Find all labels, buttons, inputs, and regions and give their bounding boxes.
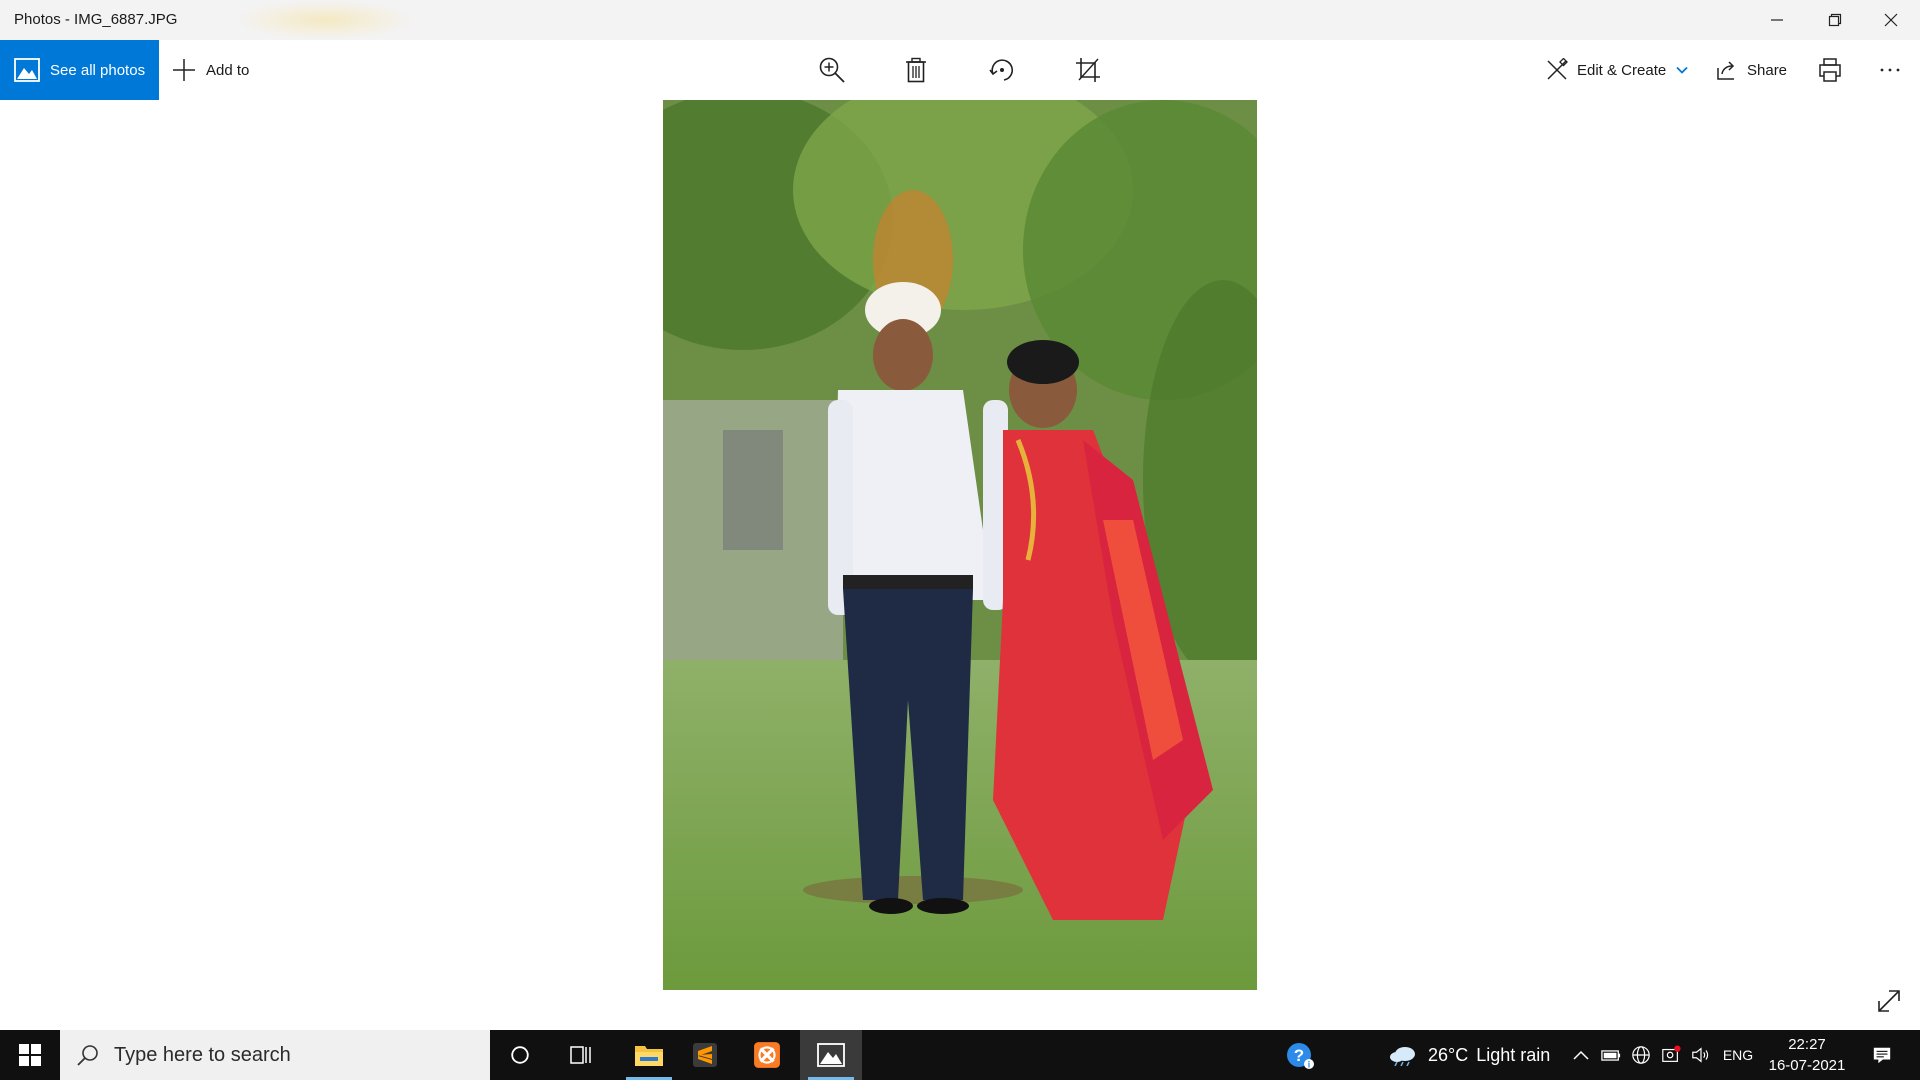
- delete-button[interactable]: [896, 52, 936, 88]
- see-all-photos-button[interactable]: See all photos: [0, 40, 159, 100]
- edit-create-button[interactable]: Edit & Create: [1545, 40, 1688, 100]
- print-button[interactable]: [1810, 52, 1850, 88]
- close-icon: [1884, 13, 1898, 27]
- start-button[interactable]: [0, 1030, 60, 1080]
- rotate-button[interactable]: [982, 52, 1022, 88]
- title-bar: Photos - IMG_6887.JPG: [0, 0, 1920, 40]
- cortana-icon: [511, 1046, 529, 1064]
- globe-icon: [1632, 1046, 1650, 1064]
- language-label: ENG: [1722, 1047, 1754, 1063]
- weather-temperature: 26°C: [1428, 1044, 1469, 1065]
- expand-icon[interactable]: [1874, 986, 1904, 1016]
- file-explorer-button[interactable]: [618, 1030, 680, 1080]
- photo-image: [663, 100, 1257, 990]
- sublime-text-icon: [693, 1043, 717, 1067]
- print-icon: [1819, 58, 1841, 82]
- weather-widget[interactable]: 26°C Light rain: [1388, 1030, 1558, 1080]
- taskbar-search-input[interactable]: Type here to search: [60, 1030, 490, 1080]
- weather-condition: Light rain: [1476, 1044, 1551, 1065]
- sublime-text-button[interactable]: [680, 1030, 730, 1080]
- minimize-icon: [1771, 19, 1783, 21]
- edit-create-icon: [1547, 58, 1568, 80]
- toolbar: See all photos Add to Edit & Create Shar…: [0, 40, 1920, 100]
- add-to-button[interactable]: Add to: [172, 40, 249, 100]
- taskbar: Type here to search ? i 26°C Light rain …: [0, 1030, 1920, 1080]
- svg-text:i: i: [1308, 1060, 1311, 1070]
- delete-icon: [906, 57, 926, 83]
- task-view-icon: [570, 1046, 591, 1064]
- restore-icon: [1828, 13, 1842, 27]
- speaker-icon: [1692, 1047, 1709, 1063]
- cortana-button[interactable]: [495, 1030, 545, 1080]
- title-bar-decoration: [235, 0, 415, 40]
- search-icon: [77, 1045, 98, 1066]
- search-placeholder: Type here to search: [114, 1043, 291, 1066]
- task-view-button[interactable]: [556, 1030, 606, 1080]
- restore-button[interactable]: [1806, 0, 1864, 40]
- edit-create-label: Edit & Create: [1577, 61, 1667, 79]
- more-options-button[interactable]: [1870, 52, 1910, 88]
- chevron-up-icon: [1573, 1050, 1589, 1060]
- plus-icon: [173, 59, 195, 81]
- rotate-icon: [989, 59, 1013, 81]
- tray-app-button[interactable]: [1658, 1030, 1684, 1080]
- clock-time: 22:27: [1788, 1036, 1826, 1053]
- help-button[interactable]: ? i: [1280, 1030, 1320, 1080]
- see-all-photos-label: See all photos: [50, 61, 146, 79]
- notification-icon: [1873, 1047, 1891, 1064]
- crop-icon: [1076, 58, 1100, 82]
- more-icon: [1880, 68, 1900, 72]
- svg-text:?: ?: [1294, 1046, 1304, 1065]
- zoom-button[interactable]: [812, 52, 852, 88]
- windows-logo-icon: [19, 1044, 41, 1066]
- photos-app-button[interactable]: [800, 1030, 862, 1080]
- xampp-icon: [754, 1042, 780, 1068]
- chevron-down-icon: [1676, 66, 1688, 74]
- volume-button[interactable]: [1688, 1030, 1714, 1080]
- photos-app-icon: [817, 1043, 845, 1067]
- minimize-button[interactable]: [1748, 0, 1806, 40]
- share-icon: [1717, 61, 1735, 80]
- zoom-in-icon: [819, 57, 845, 83]
- tray-app-icon: [1662, 1045, 1681, 1062]
- xampp-button[interactable]: [742, 1030, 792, 1080]
- clock-date: 16-07-2021: [1768, 1057, 1846, 1074]
- share-label: Share: [1747, 61, 1788, 79]
- show-hidden-icons-button[interactable]: [1568, 1030, 1594, 1080]
- photos-icon: [14, 58, 40, 82]
- file-explorer-icon: [635, 1046, 663, 1066]
- share-button[interactable]: Share: [1715, 40, 1787, 100]
- close-button[interactable]: [1862, 0, 1920, 40]
- crop-button[interactable]: [1068, 52, 1108, 88]
- battery-icon: [1601, 1049, 1621, 1061]
- add-to-label: Add to: [206, 61, 250, 79]
- battery-button[interactable]: [1598, 1030, 1624, 1080]
- help-icon: ? i: [1287, 1043, 1314, 1070]
- photo-viewer-image[interactable]: [663, 100, 1257, 990]
- clock[interactable]: 22:27 16-07-2021: [1762, 1034, 1852, 1076]
- notifications-button[interactable]: [1862, 1030, 1902, 1080]
- window-title: Photos - IMG_6887.JPG: [14, 11, 178, 28]
- network-button[interactable]: [1628, 1030, 1654, 1080]
- language-button[interactable]: ENG: [1718, 1030, 1758, 1080]
- cloud-rain-icon: [1390, 1047, 1415, 1066]
